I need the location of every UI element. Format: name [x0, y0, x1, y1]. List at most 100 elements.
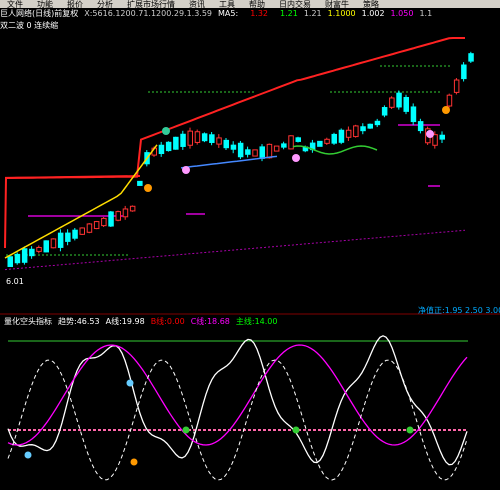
candle-body[interactable]	[129, 205, 136, 212]
candle-body[interactable]	[65, 232, 71, 242]
signal-marker-4[interactable]	[426, 130, 434, 138]
menu-item-4[interactable]: 扩展市场行情	[127, 1, 175, 9]
signal-marker-0[interactable]	[162, 127, 170, 135]
candle-body[interactable]	[79, 227, 85, 235]
indicator-value-2: B线:0.00	[150, 317, 185, 326]
indicator-markers[interactable]	[24, 379, 414, 466]
candle-body[interactable]	[122, 208, 129, 218]
candle-body[interactable]	[360, 126, 366, 132]
candle-body[interactable]	[259, 146, 265, 159]
candle-body[interactable]	[158, 144, 165, 155]
signal-marker-3[interactable]	[292, 154, 300, 162]
candle-body[interactable]	[187, 130, 193, 146]
header-value-5: 1.21	[280, 9, 298, 18]
signal-marker-2[interactable]	[182, 166, 190, 174]
candle-body[interactable]	[209, 134, 215, 143]
candle-body[interactable]	[21, 248, 28, 263]
candle-body[interactable]	[72, 229, 78, 239]
ma-line-blue	[180, 155, 278, 169]
candle-body[interactable]	[295, 137, 301, 142]
candle-body[interactable]	[389, 97, 395, 108]
candle-body[interactable]	[36, 246, 42, 252]
candle-body[interactable]	[324, 138, 330, 144]
candle-body[interactable]	[216, 137, 222, 145]
candle-body[interactable]	[57, 232, 64, 248]
candle-body[interactable]	[266, 143, 273, 159]
menu-item-7[interactable]: 帮助	[249, 1, 265, 9]
candle-body[interactable]	[223, 139, 229, 149]
price-chart[interactable]	[0, 0, 500, 490]
candle-body[interactable]	[439, 134, 445, 140]
chart-subheader: 双二波 0 连续缩	[0, 21, 500, 31]
candle-body[interactable]	[331, 133, 337, 144]
signal-marker-1[interactable]	[144, 184, 152, 192]
candle-body[interactable]	[14, 253, 21, 264]
candle-body[interactable]	[194, 131, 201, 143]
candle-body[interactable]	[101, 217, 107, 227]
indicator-marker-0[interactable]	[24, 451, 32, 459]
indicator-marker-2[interactable]	[182, 426, 190, 434]
menu-item-2[interactable]: 报价	[67, 1, 83, 9]
candle-body[interactable]	[50, 238, 57, 249]
header-value-6: 1.21	[303, 9, 322, 18]
candle-body[interactable]	[468, 53, 474, 62]
indicator-value-1: A线:19.98	[105, 317, 145, 326]
menu-item-10[interactable]: 策略	[363, 1, 379, 9]
candle-body[interactable]	[245, 149, 251, 155]
candlesticks[interactable]	[7, 51, 474, 267]
ma-line	[4, 144, 158, 259]
indicator-white-line	[7, 335, 468, 466]
low-price-label: 6.01	[6, 277, 24, 286]
candle-body[interactable]	[180, 133, 186, 147]
candle-body[interactable]	[345, 129, 352, 138]
upper-band-line	[5, 37, 465, 179]
menu-item-9[interactable]: 财富牛	[325, 1, 349, 9]
candle-body[interactable]	[29, 248, 35, 257]
candle-body[interactable]	[281, 143, 287, 148]
candle-body[interactable]	[381, 107, 388, 116]
candle-body[interactable]	[374, 120, 381, 126]
candle-body[interactable]	[417, 121, 424, 132]
menu-item-1[interactable]: 功能	[37, 1, 53, 9]
candle-body[interactable]	[108, 211, 114, 227]
candle-body[interactable]	[93, 221, 100, 230]
candle-body[interactable]	[43, 240, 49, 253]
header-value-8: 1.002	[361, 9, 385, 18]
candle-body[interactable]	[403, 97, 409, 112]
candle-body[interactable]	[7, 256, 13, 267]
candle-body[interactable]	[396, 92, 402, 108]
menu-item-0[interactable]: 文件	[7, 1, 23, 9]
menu-item-8[interactable]: 日内交易	[279, 1, 311, 9]
chart-header: 巨人网络(日线)前复权 X:5616.1200.71.1200.29.1.3.59…	[0, 9, 500, 19]
candle-body[interactable]	[410, 106, 417, 123]
indicator-marker-4[interactable]	[406, 426, 414, 434]
candle-body[interactable]	[317, 140, 323, 147]
header-value-3: 1.32	[250, 9, 269, 18]
candle-body[interactable]	[367, 123, 373, 129]
candle-body[interactable]	[338, 129, 345, 143]
signal-marker-5[interactable]	[442, 106, 450, 114]
indicator-marker-1[interactable]	[126, 379, 134, 387]
candle-body[interactable]	[137, 180, 143, 186]
candle-body[interactable]	[237, 142, 244, 158]
candle-body[interactable]	[453, 79, 460, 93]
candle-body[interactable]	[353, 125, 359, 138]
candle-body[interactable]	[288, 135, 294, 150]
candle-body[interactable]	[252, 149, 258, 157]
signal-markers[interactable]	[144, 106, 450, 192]
indicator-marker-5[interactable]	[130, 458, 138, 466]
indicator-marker-3[interactable]	[292, 426, 300, 434]
candle-body[interactable]	[273, 145, 280, 152]
candle-body[interactable]	[165, 141, 172, 152]
candle-body[interactable]	[446, 94, 453, 107]
candle-body[interactable]	[201, 133, 208, 142]
candle-body[interactable]	[115, 211, 121, 221]
candle-body[interactable]	[432, 134, 438, 146]
candle-body[interactable]	[461, 64, 467, 80]
candle-body[interactable]	[173, 136, 179, 150]
candle-body[interactable]	[86, 223, 93, 233]
menu-item-3[interactable]: 分析	[97, 1, 113, 9]
candle-body[interactable]	[230, 144, 237, 150]
menu-item-6[interactable]: 工具	[219, 1, 235, 9]
menu-item-5[interactable]: 资讯	[189, 1, 205, 9]
